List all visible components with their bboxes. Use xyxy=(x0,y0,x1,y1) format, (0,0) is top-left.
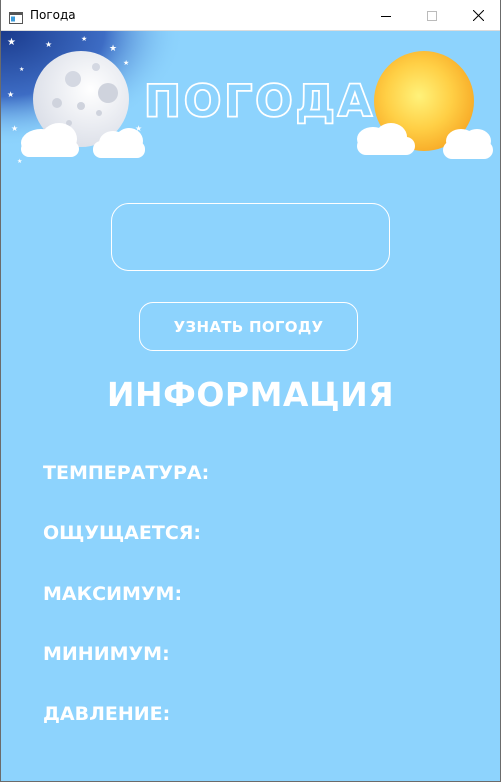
info-title: ИНФОРМАЦИЯ xyxy=(106,375,395,414)
maximize-icon xyxy=(427,10,437,21)
window-title: Погода xyxy=(30,8,76,22)
pressure-label: ДАВЛЕНИЕ: xyxy=(43,703,171,725)
city-input[interactable] xyxy=(111,203,390,271)
minimize-button[interactable] xyxy=(363,0,409,31)
close-icon xyxy=(472,10,484,21)
svg-text:★: ★ xyxy=(7,37,16,48)
svg-text:★: ★ xyxy=(109,44,117,54)
window-titlebar[interactable]: Погода xyxy=(0,0,501,31)
min-temp-label: МИНИМУМ: xyxy=(43,643,170,665)
max-temp-label: МАКСИМУМ: xyxy=(43,583,183,605)
svg-text:★: ★ xyxy=(19,66,24,73)
temperature-label: ТЕМПЕРАТУРА: xyxy=(43,462,210,484)
svg-text:★: ★ xyxy=(7,90,14,99)
svg-text:★: ★ xyxy=(11,124,18,133)
svg-text:★: ★ xyxy=(81,35,87,43)
svg-text:★: ★ xyxy=(17,158,22,165)
svg-text:★: ★ xyxy=(123,59,129,67)
minimize-icon xyxy=(381,15,391,17)
app-icon xyxy=(9,9,23,24)
app-title: ПОГОДА xyxy=(144,76,375,128)
maximize-button[interactable] xyxy=(409,0,455,31)
svg-text:★: ★ xyxy=(45,40,52,49)
get-weather-button[interactable]: УЗНАТЬ ПОГОДУ xyxy=(139,302,358,351)
close-button[interactable] xyxy=(455,0,501,31)
feels-like-label: ОЩУЩАЕТСЯ: xyxy=(43,522,201,544)
